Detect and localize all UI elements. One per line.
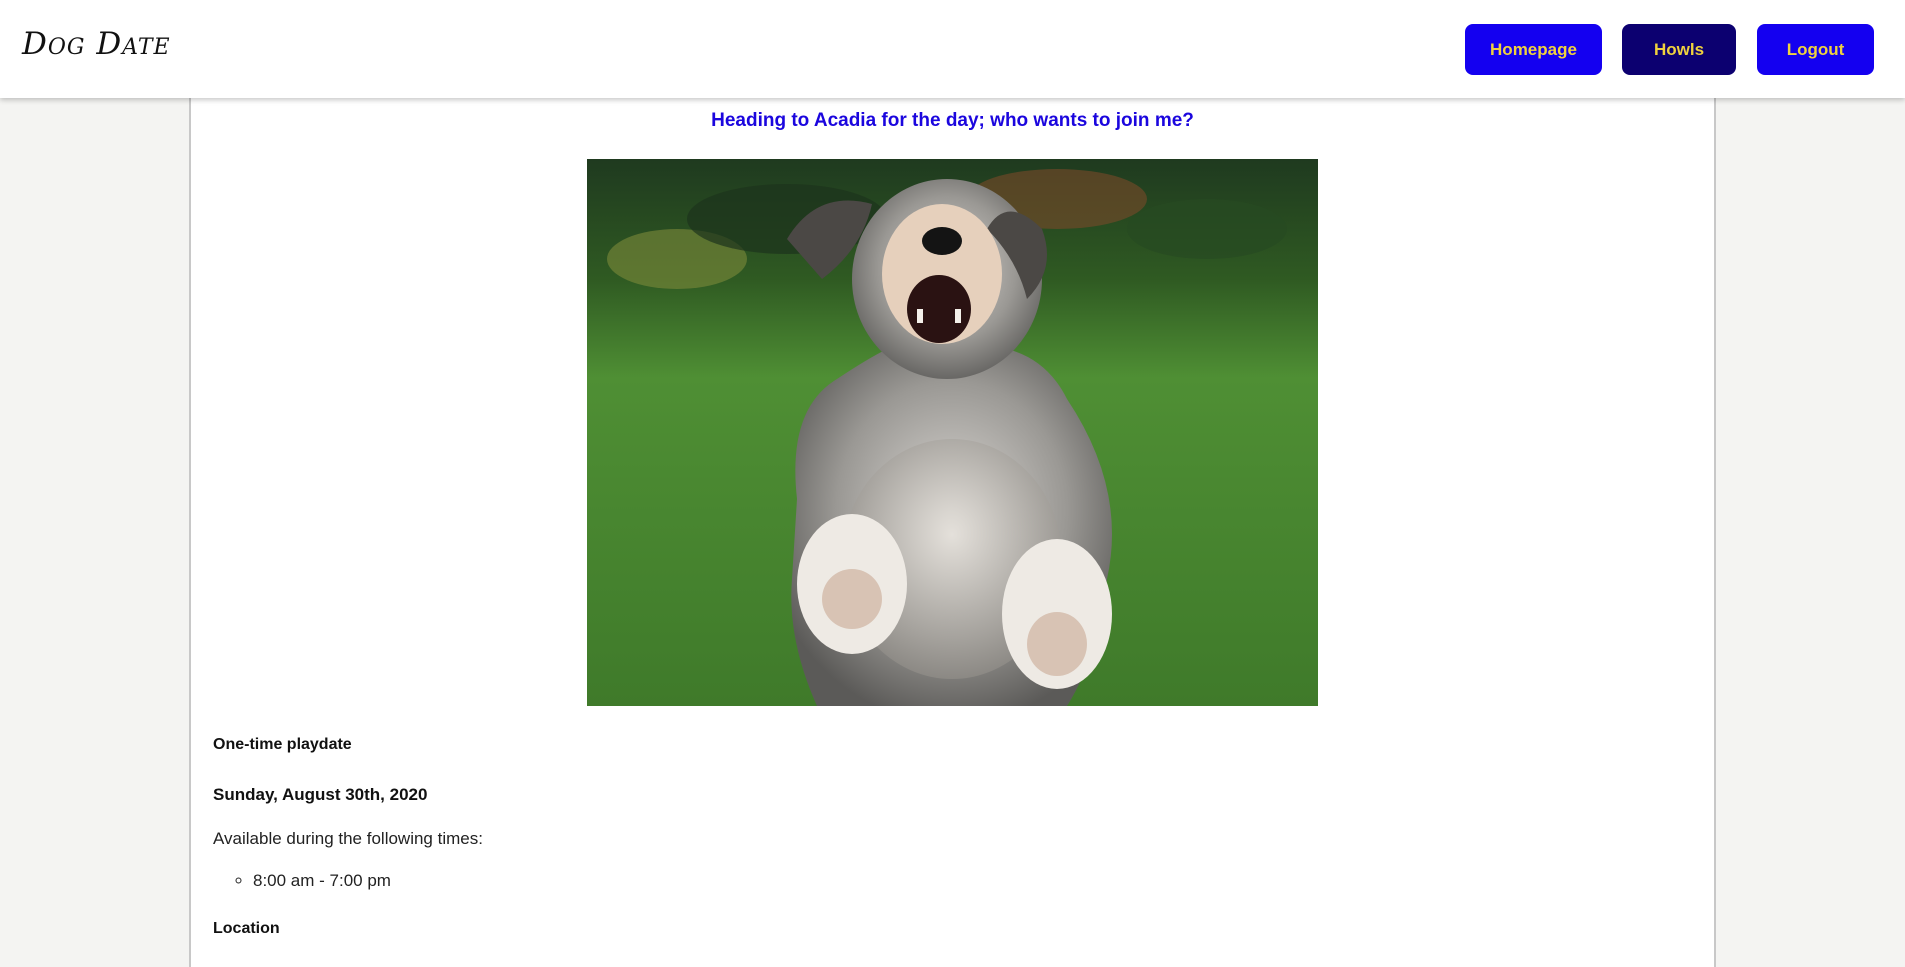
time-slot: 8:00 am - 7:00 pm (253, 871, 391, 891)
location-heading: Location (213, 920, 280, 937)
brand-logo[interactable]: Dog Date (22, 26, 171, 62)
availability-label: Available during the following times: (213, 829, 483, 848)
logout-button[interactable]: Logout (1757, 24, 1874, 75)
playdate-card: Heading to Acadia for the day; who wants… (189, 98, 1716, 967)
top-navbar: Dog Date Homepage Howls Logout (0, 0, 1905, 98)
homepage-button[interactable]: Homepage (1465, 24, 1602, 75)
post-title: Heading to Acadia for the day; who wants… (711, 110, 1194, 131)
time-slot-list: 8:00 am - 7:00 pm (213, 871, 391, 891)
playdate-frequency: One-time playdate (213, 736, 352, 753)
playdate-date: Sunday, August 30th, 2020 (213, 785, 428, 804)
dog-photo (587, 159, 1318, 706)
howls-button[interactable]: Howls (1622, 24, 1736, 75)
